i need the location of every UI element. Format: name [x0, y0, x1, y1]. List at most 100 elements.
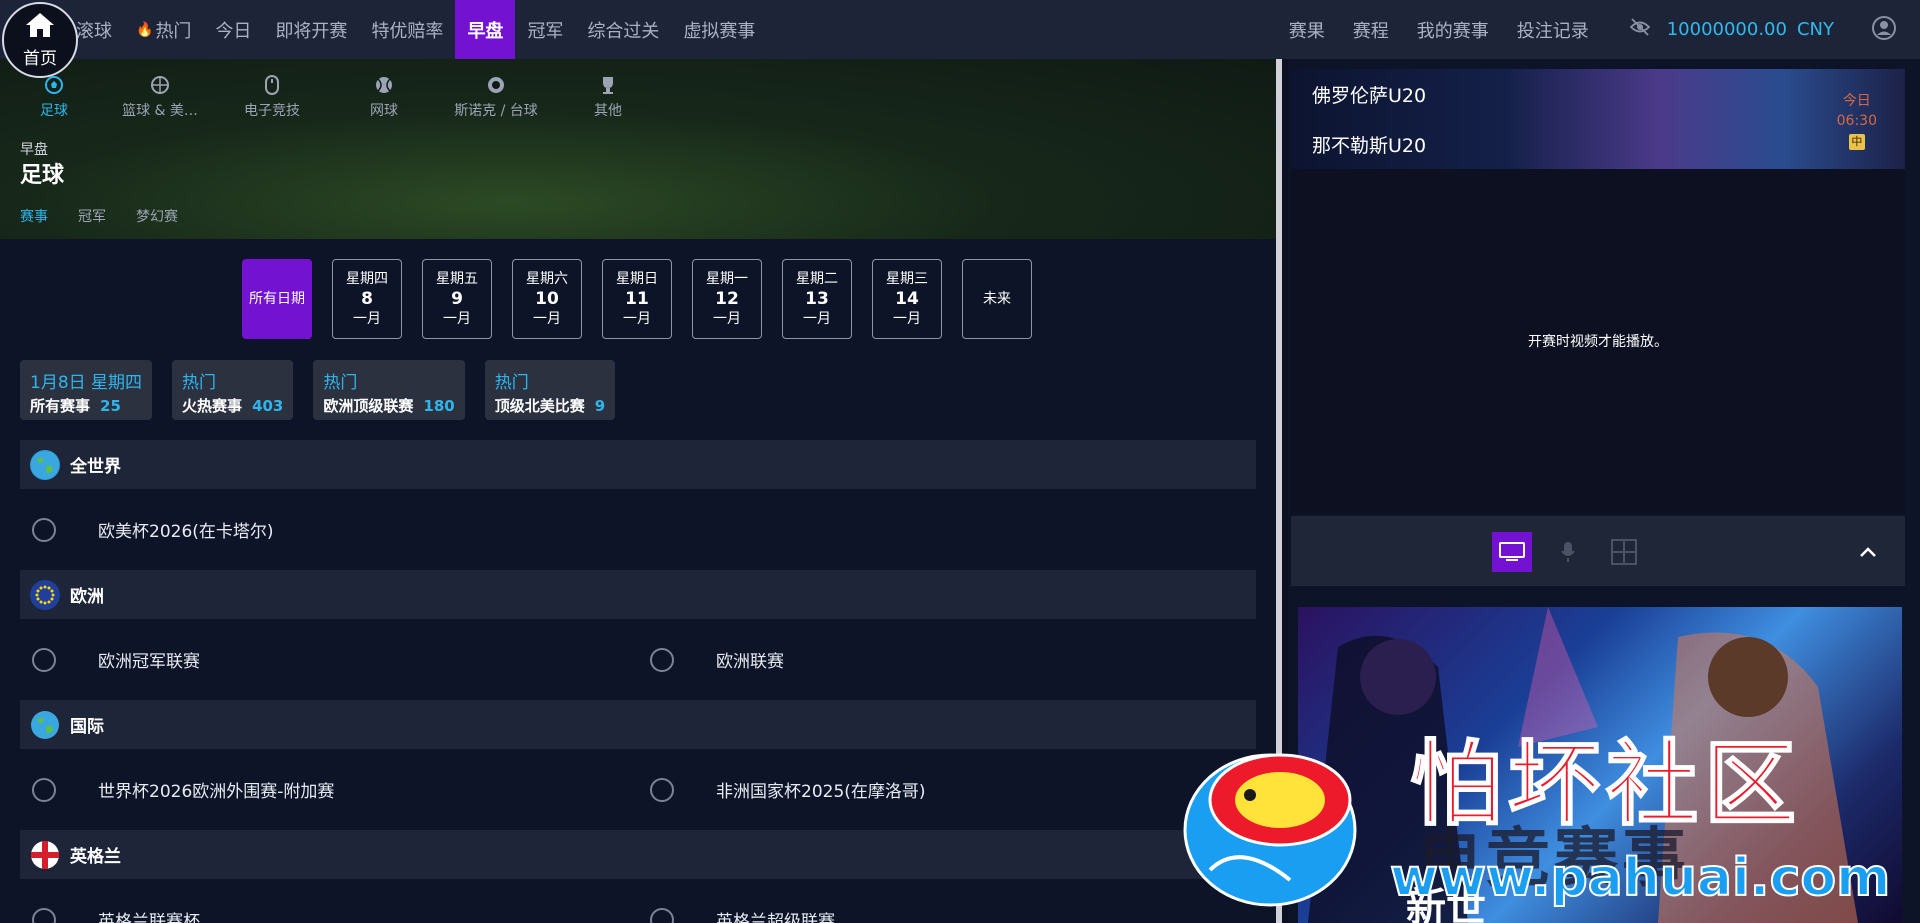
nav-bet-history[interactable]: 投注记录	[1503, 0, 1603, 59]
league-checkbox[interactable]	[650, 647, 674, 672]
league-item[interactable]: 世界杯2026欧洲外围赛-附加赛	[20, 777, 638, 802]
league-checkbox[interactable]	[32, 907, 56, 923]
chip-all-events[interactable]: 1月8日 星期四 所有赛事 25	[20, 360, 153, 420]
eu-flag-icon	[30, 579, 60, 610]
tab-outright[interactable]: 冠军	[78, 206, 106, 226]
microphone-icon[interactable]	[1548, 532, 1588, 572]
user-icon[interactable]	[1872, 15, 1896, 44]
date-month: 一月	[353, 311, 381, 327]
tv-icon[interactable]	[1492, 532, 1532, 572]
chip-europe-top[interactable]: 热门 欧洲顶级联赛 180	[313, 360, 465, 420]
nav-upcoming[interactable]: 即将开赛	[263, 0, 359, 59]
region-header[interactable]: 国际	[20, 700, 1256, 749]
nav-results[interactable]: 赛果	[1275, 0, 1339, 59]
nav-hot[interactable]: 🔥 热门	[124, 0, 203, 59]
sport-header: 足球 篮球 & 美… 电子竞技 网球 斯诺克 / 台球 其他 早盘 足球 赛事 …	[0, 59, 1276, 239]
date-item[interactable]: 星期一 12 一月	[692, 259, 762, 339]
nav-boosted-odds[interactable]: 特优赔率	[359, 0, 455, 59]
chip-top: 1月8日 星期四	[30, 373, 143, 393]
chevron-up-icon[interactable]	[1848, 532, 1888, 572]
sport-tab-basketball[interactable]: 篮球 & 美…	[110, 73, 210, 120]
sport-tab-esports[interactable]: 电子竞技	[222, 73, 322, 120]
league-checkbox[interactable]	[650, 907, 674, 923]
nav-my-events[interactable]: 我的赛事	[1403, 0, 1503, 59]
chip-count: 25	[100, 397, 121, 415]
date-weekday: 星期二	[796, 271, 838, 287]
tab-fantasy[interactable]: 梦幻赛	[136, 206, 178, 226]
league-item[interactable]: 欧洲冠军联赛	[20, 647, 638, 672]
nav-today[interactable]: 今日	[203, 0, 263, 59]
sport-tab-tennis[interactable]: 网球	[334, 73, 434, 120]
region-header[interactable]: 英格兰	[20, 830, 1256, 879]
chip-hot-events[interactable]: 热门 火热赛事 403	[172, 360, 294, 420]
date-all[interactable]: 所有日期	[242, 259, 312, 339]
nav-schedule[interactable]: 赛程	[1339, 0, 1403, 59]
region-name: 英格兰	[70, 847, 121, 867]
date-item[interactable]: 星期日 11 一月	[602, 259, 672, 339]
stats-board-icon[interactable]	[1604, 532, 1644, 572]
region-name: 全世界	[70, 457, 121, 477]
league-name: 欧洲联赛	[716, 652, 784, 672]
chip-north-america[interactable]: 热门 顶级北美比赛 9	[484, 360, 616, 420]
date-weekday: 星期三	[886, 271, 928, 287]
home-button[interactable]: 首页	[2, 2, 78, 78]
nav-bet-history-label: 投注记录	[1516, 20, 1589, 42]
nav-outright[interactable]: 冠军	[515, 0, 575, 59]
quick-filters: 1月8日 星期四 所有赛事 25 热门 火热赛事 403 热门欧洲顶级联赛 180 热门顶…	[20, 360, 635, 420]
video-player[interactable]: 开赛时视频才能播放。	[1291, 169, 1905, 513]
nav-parlay[interactable]: 综合过关	[575, 0, 671, 59]
league-item[interactable]: 非洲国家杯2025(在摩洛哥)	[638, 777, 1256, 802]
chip-name: 欧洲顶级联赛	[323, 397, 414, 415]
sport-tab-snooker[interactable]: 斯诺克 / 台球	[446, 73, 546, 120]
date-month: 一月	[623, 311, 651, 327]
sport-tab-label: 篮球 & 美…	[122, 103, 198, 119]
nav-right: 赛果 赛程 我的赛事 投注记录 10000000.00 CNY	[1275, 0, 1920, 59]
league-item[interactable]: 英格兰联赛杯	[20, 907, 638, 923]
date-day: 9	[451, 289, 463, 309]
nav-virtual[interactable]: 虚拟赛事	[671, 0, 767, 59]
date-item[interactable]: 星期六 10 一月	[512, 259, 582, 339]
sport-tab-label: 网球	[370, 103, 398, 119]
eye-off-icon[interactable]	[1629, 18, 1651, 41]
date-weekday: 星期日	[616, 271, 658, 287]
date-month: 一月	[893, 311, 921, 327]
date-item[interactable]: 星期五 9 一月	[422, 259, 492, 339]
player-controls	[1291, 516, 1905, 586]
chip-top: 热门	[182, 373, 217, 393]
date-future[interactable]: 未来	[962, 259, 1032, 339]
top-nav: 滚球 🔥 热门 今日 即将开赛 特优赔率 早盘 冠军 综合过关 虚拟赛事 赛果 赛…	[0, 0, 1920, 59]
league-name: 英格兰联赛杯	[98, 912, 200, 923]
tab-events[interactable]: 赛事	[20, 206, 48, 226]
league-item[interactable]: 英格兰超级联赛	[638, 907, 1256, 923]
nav-early[interactable]: 早盘	[455, 0, 516, 59]
balance-currency: CNY	[1796, 19, 1834, 40]
league-checkbox[interactable]	[650, 777, 674, 802]
match-card[interactable]: 佛罗伦萨U20 那不勒斯U20 今日 06:30 中	[1291, 69, 1905, 169]
region-header[interactable]: 全世界	[20, 440, 1256, 489]
sport-tab-other[interactable]: 其他	[558, 73, 658, 120]
league-item[interactable]: 欧美杯2026(在卡塔尔)	[20, 517, 638, 542]
nav-parlay-label: 综合过关	[587, 20, 660, 42]
league-row: 欧洲冠军联赛 欧洲联赛	[20, 619, 1256, 700]
date-item[interactable]: 星期二 13 一月	[782, 259, 852, 339]
page-title: 足球	[20, 163, 65, 188]
watermark-url: www.pahuai.com	[1389, 847, 1891, 909]
date-day: 8	[361, 289, 373, 309]
home-label: 首页	[23, 48, 57, 69]
sport-tab-label: 足球	[40, 103, 68, 119]
sport-tab-soccer[interactable]: 足球	[20, 73, 88, 120]
home-team: 佛罗伦萨U20	[1312, 85, 1427, 107]
date-weekday: 星期五	[436, 271, 478, 287]
date-item[interactable]: 星期三 14 一月	[872, 259, 942, 339]
region-header[interactable]: 欧洲	[20, 570, 1256, 619]
mouse-icon	[222, 73, 322, 97]
league-checkbox[interactable]	[32, 517, 56, 542]
chip-name: 顶级北美比赛	[494, 397, 585, 415]
league-checkbox[interactable]	[32, 647, 56, 672]
chip-count: 180	[423, 397, 455, 415]
league-checkbox[interactable]	[32, 777, 56, 802]
league-name: 英格兰超级联赛	[716, 912, 835, 923]
league-item[interactable]: 欧洲联赛	[638, 647, 1256, 672]
region-name: 国际	[70, 717, 104, 737]
date-item[interactable]: 星期四 8 一月	[332, 259, 402, 339]
